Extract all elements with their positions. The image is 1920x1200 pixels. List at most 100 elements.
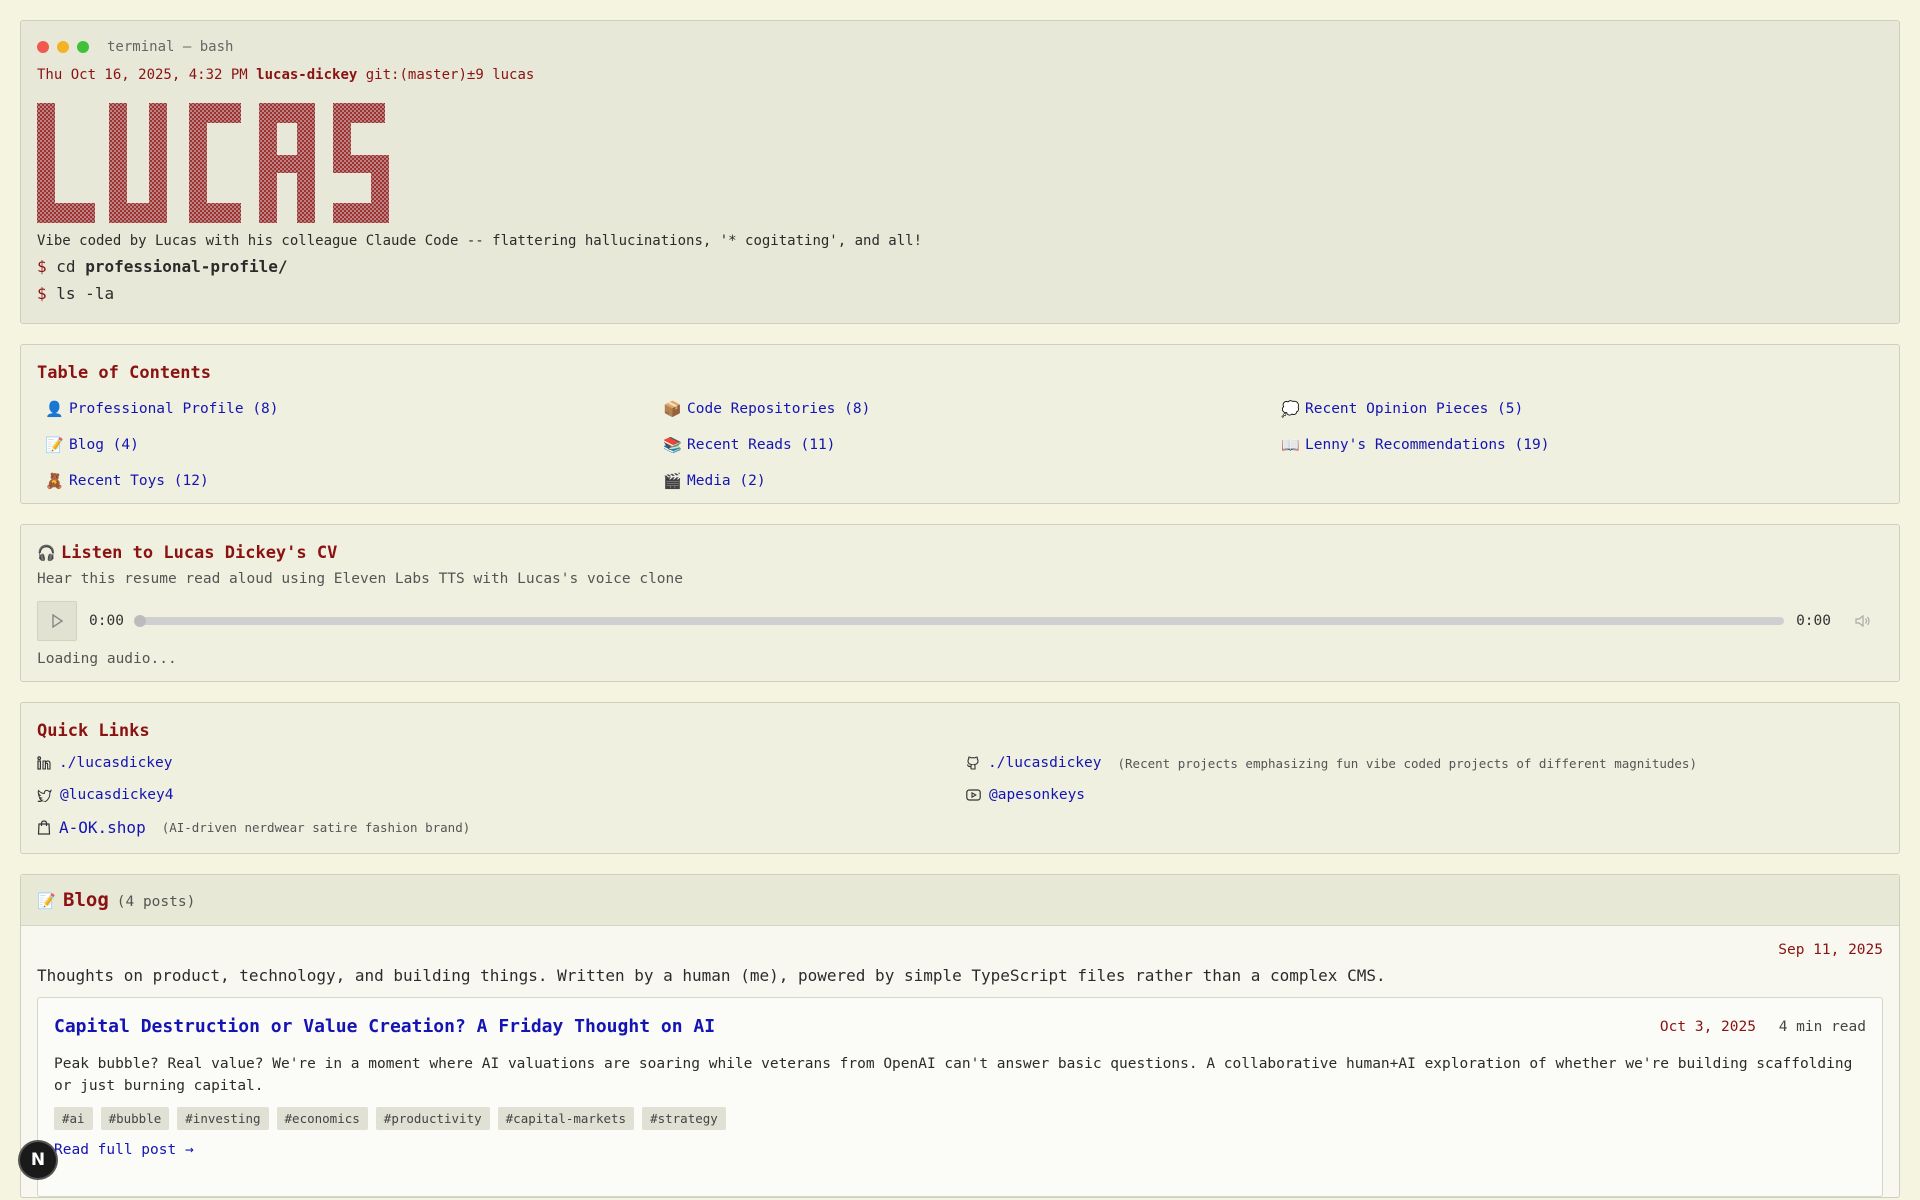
blog-updated-row: Sep 11, 2025 [37, 942, 1883, 958]
toc-link[interactable]: Lenny's Recommendations (19) [1305, 437, 1549, 453]
toc-item-media[interactable]: 🎬 Media (2) [655, 469, 1273, 493]
package-icon: 📦 [663, 400, 682, 418]
toc-link[interactable]: Professional Profile (8) [69, 401, 279, 417]
toc-grid: 👤 Professional Profile (8) 📦 Code Reposi… [37, 397, 1883, 493]
quick-link-shop[interactable]: A-OK.shop (AI-driven nerdwear satire fas… [37, 817, 966, 837]
post-tag[interactable]: #bubble [100, 1107, 170, 1130]
terminal-title: terminal — bash [107, 39, 234, 55]
toc-link[interactable]: Blog (4) [69, 437, 139, 453]
lucas-banner-logo [37, 103, 389, 223]
quick-links-grid: ./lucasdickey ./lucasdickey (Recent proj… [37, 753, 1883, 837]
prompt-dollar: $ [37, 257, 47, 276]
post-excerpt: Peak bubble? Real value? We're in a mome… [54, 1056, 1853, 1094]
toc-item-code-repositories[interactable]: 📦 Code Repositories (8) [655, 397, 1273, 421]
linkedin-link[interactable]: ./lucasdickey [59, 755, 173, 771]
twitter-link[interactable]: @lucasdickey4 [60, 787, 174, 803]
nextjs-dev-badge[interactable]: N [20, 1142, 56, 1178]
command-arg: professional-profile/ [85, 257, 288, 276]
audio-status: Loading audio... [37, 651, 177, 667]
terminal-panel: terminal — bash Thu Oct 16, 2025, 4:32 P… [20, 20, 1900, 324]
post-meta: Oct 3, 2025 4 min read [1660, 1019, 1866, 1035]
github-note: (Recent projects emphasizing fun vibe co… [1117, 755, 1697, 771]
thought-bubble-icon: 💭 [1281, 400, 1300, 418]
shop-note: (AI-driven nerdwear satire fashion brand… [161, 819, 471, 835]
toc-title: Table of Contents [37, 363, 211, 383]
play-icon [52, 614, 64, 628]
prompt-name: lucas [492, 67, 535, 83]
audio-description: Hear this resume read aloud using Eleven… [37, 571, 684, 587]
maximize-window-dot[interactable] [77, 41, 89, 53]
post-tag[interactable]: #capital-markets [497, 1107, 635, 1130]
minimize-window-dot[interactable] [57, 41, 69, 53]
blog-post-card: Capital Destruction or Value Creation? A… [37, 997, 1883, 1197]
toc-link[interactable]: Code Repositories (8) [687, 401, 870, 417]
post-tag[interactable]: #ai [54, 1107, 93, 1130]
command-line-cd: $ cd professional-profile/ [37, 257, 1883, 276]
read-full-post-link[interactable]: Read full post → [54, 1142, 194, 1158]
duration: 0:00 [1796, 613, 1831, 629]
volume-icon [1855, 614, 1870, 628]
close-window-dot[interactable] [37, 41, 49, 53]
headphones-icon: 🎧 [37, 544, 56, 562]
toc-link[interactable]: Recent Opinion Pieces (5) [1305, 401, 1523, 417]
youtube-link[interactable]: @apesonkeys [989, 787, 1085, 803]
blog-title: Blog [63, 889, 109, 911]
books-icon: 📚 [663, 436, 682, 454]
play-button[interactable] [37, 601, 77, 641]
toc-item-recent-reads[interactable]: 📚 Recent Reads (11) [655, 433, 1273, 457]
post-tag[interactable]: #productivity [375, 1107, 490, 1130]
prompt-datetime: Thu Oct 16, 2025, 4:32 PM [37, 67, 248, 83]
toc-item-opinion-pieces[interactable]: 💭 Recent Opinion Pieces (5) [1273, 397, 1873, 421]
shopping-bag-icon [37, 819, 51, 835]
volume-button[interactable] [1843, 614, 1883, 628]
quick-link-github[interactable]: ./lucasdickey (Recent projects emphasizi… [966, 753, 1883, 773]
github-icon [966, 756, 979, 770]
quick-link-twitter[interactable]: @lucasdickey4 [37, 785, 966, 805]
quick-links-panel: Quick Links ./lucasdickey ./lucasdickey … [20, 702, 1900, 854]
shop-link[interactable]: A-OK.shop [59, 818, 146, 837]
ascii-banner [37, 103, 1883, 225]
toc-link[interactable]: Recent Reads (11) [687, 437, 835, 453]
post-tag[interactable]: #strategy [642, 1107, 726, 1130]
seek-knob[interactable] [133, 615, 146, 627]
command-line-ls: $ ls -la [37, 284, 1883, 303]
clapper-icon: 🎬 [663, 472, 682, 490]
blog-header: 📝 Blog (4 posts) [21, 875, 1899, 926]
toc-item-recent-toys[interactable]: 🧸 Recent Toys (12) [37, 469, 655, 493]
post-title-link[interactable]: Capital Destruction or Value Creation? A… [54, 1016, 715, 1037]
memo-icon: 📝 [45, 436, 64, 454]
prompt-dollar: $ [37, 284, 47, 303]
toc-link[interactable]: Recent Toys (12) [69, 473, 209, 489]
command-verb: cd [56, 257, 76, 276]
teddy-bear-icon: 🧸 [45, 472, 64, 490]
toc-link[interactable]: Media (2) [687, 473, 766, 489]
quick-link-linkedin[interactable]: ./lucasdickey [37, 753, 966, 773]
toc-item-professional-profile[interactable]: 👤 Professional Profile (8) [37, 397, 655, 421]
current-time: 0:00 [89, 613, 124, 629]
terminal-titlebar: terminal — bash [37, 37, 1883, 57]
table-of-contents: Table of Contents 👤 Professional Profile… [20, 344, 1900, 504]
quick-link-youtube[interactable]: @apesonkeys [966, 785, 1883, 805]
open-book-icon: 📖 [1281, 436, 1300, 454]
linkedin-icon [37, 756, 51, 770]
blog-panel: 📝 Blog (4 posts) Sep 11, 2025 Thoughts o… [20, 874, 1900, 1198]
toc-item-lennys-recommendations[interactable]: 📖 Lenny's Recommendations (19) [1273, 433, 1873, 457]
prompt-user: lucas-dickey [256, 67, 358, 83]
post-header: Capital Destruction or Value Creation? A… [54, 1016, 1866, 1037]
audio-title: Listen to Lucas Dickey's CV [61, 543, 338, 563]
blog-intro: Thoughts on product, technology, and bui… [37, 966, 1386, 985]
post-tag[interactable]: #investing [177, 1107, 269, 1130]
audio-seek-bar[interactable] [133, 615, 1785, 627]
memo-icon: 📝 [37, 892, 56, 910]
post-date: Oct 3, 2025 [1659, 1018, 1756, 1035]
github-link[interactable]: ./lucasdickey [988, 755, 1102, 771]
twitter-icon [37, 788, 52, 802]
quick-links-title: Quick Links [37, 721, 150, 741]
page: terminal — bash Thu Oct 16, 2025, 4:32 P… [0, 0, 1920, 1198]
post-tag[interactable]: #economics [276, 1107, 368, 1130]
audio-player: 0:00 0:00 [37, 601, 1883, 641]
toc-item-blog[interactable]: 📝 Blog (4) [37, 433, 655, 457]
blog-count: (4 posts) [116, 894, 196, 910]
youtube-icon [966, 789, 981, 801]
blog-body: Sep 11, 2025 Thoughts on product, techno… [21, 926, 1899, 1197]
